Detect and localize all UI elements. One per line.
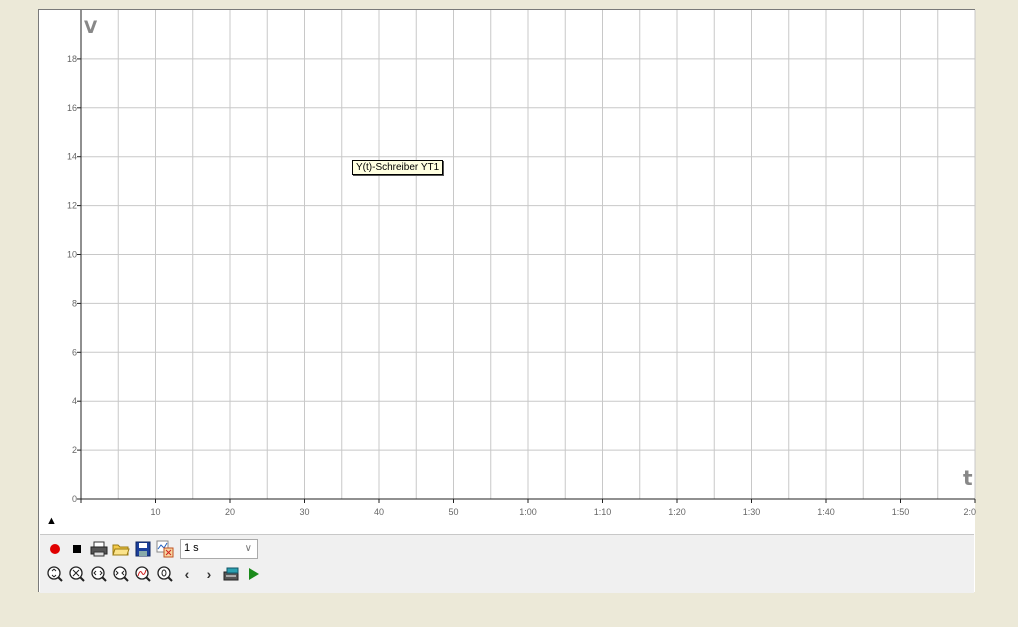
zoom-out-horizontal-button[interactable] xyxy=(112,565,130,583)
x-tick-label: 50 xyxy=(448,507,458,517)
export-chart-button[interactable] xyxy=(156,540,174,558)
scroll-up-arrow-icon[interactable]: ▲ xyxy=(46,516,57,527)
x-tick-label: 1:50 xyxy=(892,507,910,517)
printer-icon xyxy=(90,541,108,557)
export-chart-icon xyxy=(156,540,174,558)
yt-recorder-panel: 0 2 4 6 8 10 12 14 16 18 10 20 30 40 50 1:00 1:10 1:20 1:3… xyxy=(38,9,976,593)
recorder-settings-icon xyxy=(223,567,239,581)
y-tick-label: 14 xyxy=(67,152,77,162)
interval-value: 1 s xyxy=(184,542,199,554)
settings-button[interactable] xyxy=(222,565,240,583)
x-tick-label: 1:10 xyxy=(594,507,612,517)
zoom-reset-icon xyxy=(157,566,173,582)
y-tick-label: 2 xyxy=(72,445,77,455)
x-tick-label: 1:40 xyxy=(817,507,835,517)
x-tick-label: 10 xyxy=(150,507,160,517)
scroll-right-button[interactable]: › xyxy=(200,565,218,583)
x-tick-label: 2:0 xyxy=(963,507,976,517)
zoom-horizontal-in-icon xyxy=(91,566,107,582)
chevron-right-icon: › xyxy=(206,566,212,582)
record-icon xyxy=(50,544,60,554)
y-tick-label: 18 xyxy=(67,54,77,64)
zoom-fit-button[interactable] xyxy=(134,565,152,583)
floppy-disk-icon xyxy=(135,541,151,557)
open-button[interactable] xyxy=(112,540,130,558)
stop-icon xyxy=(73,545,81,553)
y-tick-label: 8 xyxy=(72,298,77,308)
y-axis-label: V xyxy=(84,18,98,38)
save-button[interactable] xyxy=(134,540,152,558)
play-button[interactable] xyxy=(244,565,262,583)
zoom-fit-icon xyxy=(135,566,151,582)
open-folder-icon xyxy=(112,544,130,556)
zoom-reset-button[interactable] xyxy=(156,565,174,583)
zoom-x-button[interactable] xyxy=(68,565,86,583)
chevron-left-icon: ‹ xyxy=(184,566,190,582)
record-button[interactable] xyxy=(46,540,64,558)
print-button[interactable] xyxy=(90,540,108,558)
y-tick-label: 12 xyxy=(67,201,77,211)
x-tick-label: 1:00 xyxy=(519,507,537,517)
stop-button[interactable] xyxy=(68,540,86,558)
zoom-x-icon xyxy=(69,566,85,582)
x-tick-label: 1:20 xyxy=(668,507,686,517)
y-tick-label: 6 xyxy=(72,347,77,357)
play-icon xyxy=(249,568,259,580)
recorder-toolbar: 1 s ∨ ‹ › xyxy=(40,534,974,593)
zoom-horizontal-out-icon xyxy=(113,566,129,582)
scroll-left-button[interactable]: ‹ xyxy=(178,565,196,583)
x-tick-label: 30 xyxy=(299,507,309,517)
zoom-in-horizontal-button[interactable] xyxy=(90,565,108,583)
zoom-y-button[interactable] xyxy=(46,565,64,583)
y-tick-label: 0 xyxy=(72,494,77,504)
x-tick-label: 20 xyxy=(225,507,235,517)
y-tick-label: 16 xyxy=(67,103,77,113)
chevron-down-icon: ∨ xyxy=(244,543,252,554)
instrument-tooltip: Y(t)-Schreiber YT1 xyxy=(352,160,444,175)
interval-select[interactable]: 1 s ∨ xyxy=(180,539,258,559)
zoom-vertical-icon xyxy=(47,566,63,582)
x-tick-label: 40 xyxy=(374,507,384,517)
y-tick-label: 4 xyxy=(72,396,77,406)
chart-plot: 0 2 4 6 8 10 12 14 16 18 10 20 30 40 50 1:00 1:10 1:20 1:3… xyxy=(67,10,976,517)
x-axis-label: t xyxy=(963,466,973,490)
y-tick-label: 10 xyxy=(67,250,77,260)
x-tick-label: 1:30 xyxy=(743,507,761,517)
